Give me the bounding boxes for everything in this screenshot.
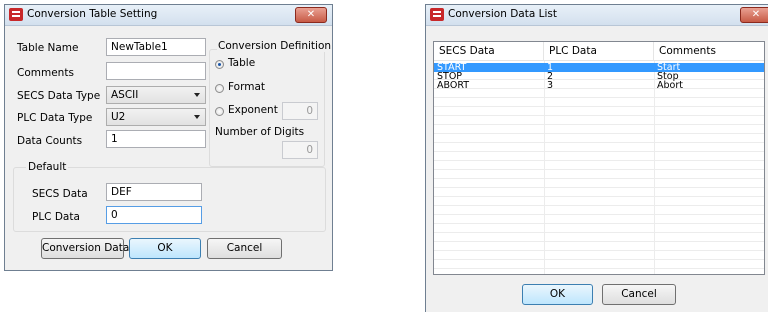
list-item[interactable]: STOP 2 Stop xyxy=(434,72,764,82)
exponent-input[interactable]: 0 xyxy=(282,102,318,120)
comments-label: Comments xyxy=(17,67,74,79)
dialog-title: Conversion Table Setting xyxy=(27,8,158,20)
cancel-button[interactable]: Cancel xyxy=(602,284,676,305)
radio-format[interactable] xyxy=(215,84,224,93)
list-item[interactable]: START 1 Start xyxy=(434,63,764,72)
table-name-label: Table Name xyxy=(17,42,79,54)
radio-format-label[interactable]: Format xyxy=(228,81,265,93)
ok-button[interactable]: OK xyxy=(129,238,201,259)
default-secs-data-input[interactable]: DEF xyxy=(106,183,202,201)
data-counts-input[interactable]: 1 xyxy=(106,130,206,148)
chevron-down-icon xyxy=(194,93,200,97)
number-of-digits-label: Number of Digits xyxy=(215,126,305,138)
grid-row-line xyxy=(434,135,764,143)
grid-row-line xyxy=(434,90,764,98)
grid-row-line xyxy=(434,234,764,242)
conversion-data-list-dialog: Conversion Data List ✕ SECS Data PLC Dat… xyxy=(425,4,768,312)
cancel-button[interactable]: Cancel xyxy=(207,238,282,259)
title-bar[interactable]: Conversion Table Setting ✕ xyxy=(5,5,332,26)
radio-table-label[interactable]: Table xyxy=(228,57,255,69)
close-button[interactable]: ✕ xyxy=(295,7,327,23)
default-secs-data-label: SECS Data xyxy=(32,188,88,200)
grid-row-line xyxy=(434,243,764,251)
grid-row-line xyxy=(434,117,764,125)
conversion-table-setting-dialog: Conversion Table Setting ✕ Table Name Ne… xyxy=(4,4,333,271)
radio-exponent-label[interactable]: Exponent xyxy=(228,104,278,116)
grid-row-line xyxy=(434,171,764,179)
app-icon xyxy=(9,8,23,21)
grid-row-line xyxy=(434,252,764,260)
grid-row-line xyxy=(434,225,764,233)
radio-exponent[interactable] xyxy=(215,107,224,116)
column-header-comments[interactable]: Comments xyxy=(654,42,764,61)
default-label: Default xyxy=(26,161,69,173)
grid-row-line xyxy=(434,99,764,107)
grid-row-line xyxy=(434,153,764,161)
list-cell: 3 xyxy=(547,80,554,91)
grid-row-line xyxy=(434,126,764,134)
plc-data-type-label: PLC Data Type xyxy=(17,112,93,124)
title-bar[interactable]: Conversion Data List ✕ xyxy=(426,5,768,26)
column-header-secs-data[interactable]: SECS Data xyxy=(434,42,544,61)
column-header-plc-data[interactable]: PLC Data xyxy=(544,42,654,61)
plc-data-type-select[interactable]: U2 xyxy=(106,108,206,126)
chevron-down-icon xyxy=(194,115,200,119)
grid-row-line xyxy=(434,162,764,170)
list-cell: Abort xyxy=(657,80,683,91)
ok-button[interactable]: OK xyxy=(522,284,593,305)
grid-row-line xyxy=(434,207,764,215)
default-plc-data-label: PLC Data xyxy=(32,211,80,223)
list-cell: ABORT xyxy=(437,80,470,91)
close-button[interactable]: ✕ xyxy=(740,7,768,23)
comments-input[interactable] xyxy=(106,62,206,80)
secs-data-type-value: ASCII xyxy=(111,89,139,101)
conversion-data-button[interactable]: Conversion Data xyxy=(41,238,129,259)
number-of-digits-input[interactable]: 0 xyxy=(282,141,318,159)
conversion-definition-label: Conversion Definition xyxy=(217,40,333,52)
grid-row-line xyxy=(434,261,764,269)
default-plc-data-input[interactable]: 0 xyxy=(106,206,202,224)
data-counts-label: Data Counts xyxy=(17,135,83,147)
table-name-input[interactable]: NewTable1 xyxy=(106,38,206,56)
grid-row-line xyxy=(434,180,764,188)
app-icon xyxy=(430,8,444,21)
dialog-title: Conversion Data List xyxy=(448,8,557,20)
plc-data-type-value: U2 xyxy=(111,111,126,123)
radio-table[interactable] xyxy=(215,60,224,69)
list-item[interactable]: ABORT 3 Abort xyxy=(434,80,764,91)
secs-data-type-label: SECS Data Type xyxy=(17,90,101,102)
grid-row-line xyxy=(434,108,764,116)
grid-row-line xyxy=(434,198,764,206)
conversion-data-listview[interactable]: SECS Data PLC Data Comments START 1 Start S… xyxy=(433,41,765,275)
grid-row-line xyxy=(434,216,764,224)
grid-row-line xyxy=(434,144,764,152)
secs-data-type-select[interactable]: ASCII xyxy=(106,86,206,104)
grid-row-line xyxy=(434,189,764,197)
